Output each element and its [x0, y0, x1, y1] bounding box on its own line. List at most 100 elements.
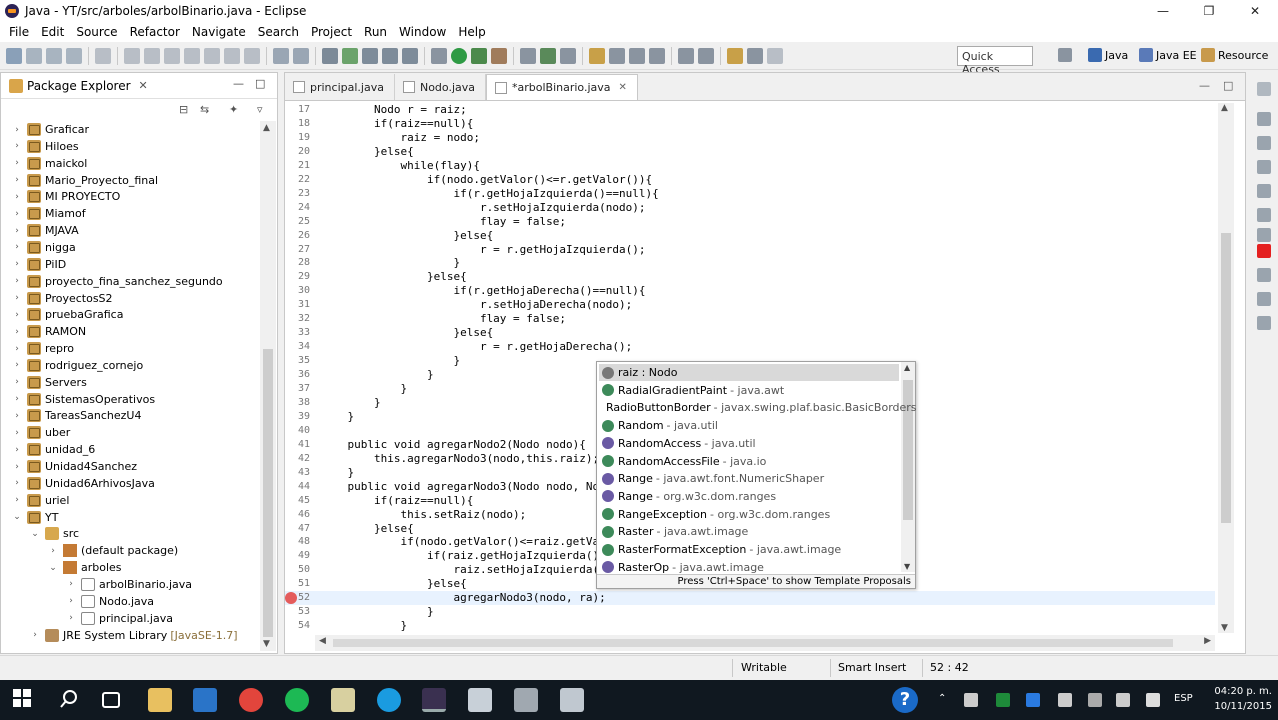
tree-item[interactable]: › Unidad6ArhivosJava [11, 475, 155, 492]
code-line[interactable]: 28 } [285, 256, 1215, 270]
suspend-icon[interactable] [144, 47, 160, 64]
chrome-icon[interactable] [239, 688, 263, 712]
content-assist-scrollbar[interactable]: ▲ ▼ [901, 362, 915, 572]
tree-item[interactable]: › RAMON [11, 323, 86, 340]
tree-item[interactable]: › rodriguez_cornejo [11, 357, 143, 374]
code-line[interactable]: 23 if(r.getHojaIzquierda()==null){ [285, 187, 1215, 201]
tab-nodo-java[interactable]: Nodo.java [395, 74, 486, 100]
proposal-item[interactable]: Raster - java.awt.image [599, 523, 899, 540]
scroll-down-icon[interactable]: ▼ [1221, 623, 1228, 633]
tree-item[interactable]: › ProyectosS2 [11, 290, 113, 307]
collapsed-twisty-icon[interactable]: › [11, 377, 23, 387]
scroll-left-icon[interactable]: ◀ [319, 636, 326, 646]
tree-item[interactable]: › maickol [11, 155, 87, 172]
quick-access-input[interactable]: Quick Access [957, 46, 1033, 76]
drop-to-frame-icon[interactable] [273, 47, 289, 64]
tree-item[interactable]: › Nodo.java [65, 593, 154, 610]
tree-item[interactable]: › uriel [11, 492, 69, 509]
open-type-icon[interactable] [540, 47, 556, 64]
minimize-button[interactable]: — [1140, 0, 1186, 22]
tree-item[interactable]: › nigga [11, 239, 76, 256]
tray-app-icon[interactable] [996, 693, 1010, 707]
focus-icon[interactable]: ✦ [229, 103, 243, 117]
code-line[interactable]: 21 while(flay){ [285, 159, 1215, 173]
tree-item[interactable]: › principal.java [65, 610, 173, 627]
restore-icon[interactable] [1257, 82, 1271, 96]
code-line[interactable]: 22 if(nodo.getValor()<=r.getValor()){ [285, 173, 1215, 187]
open-perspective-button[interactable] [1058, 48, 1075, 62]
collapsed-twisty-icon[interactable]: › [11, 344, 23, 354]
collapsed-twisty-icon[interactable]: › [11, 445, 23, 455]
minimize-view-icon[interactable]: — [233, 77, 244, 90]
skype-icon[interactable] [377, 688, 401, 712]
collapse-all-icon[interactable]: ⊟ [179, 103, 193, 117]
expanded-twisty-icon[interactable]: ⌄ [47, 563, 59, 573]
proposal-item[interactable]: Range - java.awt.font.NumericShaper [599, 470, 899, 487]
spotify-icon[interactable] [285, 688, 309, 712]
tray-chevron-icon[interactable]: ⌃ [938, 693, 952, 707]
open-folder-icon[interactable] [589, 47, 605, 64]
code-line[interactable]: 24 r.setHojaIzquierda(nodo); [285, 201, 1215, 215]
scroll-thumb[interactable] [1221, 233, 1231, 523]
last-edit-location-icon[interactable] [727, 47, 743, 64]
tree-item[interactable]: › JRE System Library [JavaSE-1.7] [29, 627, 238, 644]
close-tab-icon[interactable]: ✕ [619, 82, 627, 93]
tree-item[interactable]: › proyecto_fina_sanchez_segundo [11, 273, 223, 290]
step-into-icon[interactable] [204, 47, 220, 64]
external-tools-icon[interactable] [491, 47, 507, 64]
restore-stack-icon[interactable] [1257, 292, 1271, 306]
tree-item[interactable]: ⌄ arboles [47, 559, 122, 576]
collapsed-twisty-icon[interactable]: › [11, 310, 23, 320]
skip-breakpoints-icon[interactable] [95, 47, 111, 64]
code-line[interactable]: 53 } [285, 605, 1215, 619]
eclipse-taskbar-icon[interactable] [422, 688, 446, 712]
code-line[interactable]: 20 }else{ [285, 145, 1215, 159]
hierarchy-view-icon[interactable] [1257, 160, 1271, 174]
tree-item[interactable]: ⌄ src [29, 525, 79, 542]
tree-item[interactable]: › Mario_Proyecto_final [11, 172, 158, 189]
tree-item[interactable]: › Unidad4Sanchez [11, 458, 137, 475]
link-with-editor-icon[interactable]: ⇆ [200, 103, 214, 117]
code-line[interactable]: 34 r = r.getHojaDerecha(); [285, 340, 1215, 354]
save-all-icon[interactable] [46, 47, 62, 64]
print-icon[interactable] [66, 47, 82, 64]
collapsed-twisty-icon[interactable]: › [11, 495, 23, 505]
open-task-icon[interactable] [402, 47, 418, 64]
search-icon[interactable] [560, 47, 576, 64]
scroll-right-icon[interactable]: ▶ [1204, 636, 1211, 646]
code-line[interactable]: 27 r = r.getHojaIzquierda(); [285, 243, 1215, 257]
tree-item[interactable]: › Miamof [11, 205, 86, 222]
package-explorer-tab[interactable]: Package Explorer ✕ — □ [1, 73, 277, 99]
close-button[interactable]: ✕ [1232, 0, 1278, 22]
maximize-button[interactable]: ❐ [1186, 0, 1232, 22]
collapsed-twisty-icon[interactable]: › [11, 327, 23, 337]
maximize-view-icon[interactable]: □ [255, 77, 265, 90]
code-line[interactable]: 54 } [285, 619, 1215, 633]
folder-icon[interactable] [331, 688, 355, 712]
collapsed-twisty-icon[interactable]: › [65, 596, 77, 606]
debug-icon[interactable] [431, 47, 447, 64]
code-line[interactable]: 32 flay = false; [285, 312, 1215, 326]
volume-icon[interactable] [1116, 693, 1130, 707]
problems-view-icon[interactable] [1257, 244, 1271, 258]
proposal-item[interactable]: RadialGradientPaint - java.awt [599, 382, 899, 399]
progress-view-icon[interactable] [1257, 268, 1271, 282]
windows-start-button[interactable] [12, 688, 36, 712]
maximize-editor-icon[interactable]: □ [1223, 79, 1233, 92]
notepad-icon[interactable] [468, 688, 492, 712]
collapsed-twisty-icon[interactable]: › [11, 125, 23, 135]
collapsed-twisty-icon[interactable]: › [11, 175, 23, 185]
app-icon[interactable] [514, 688, 538, 712]
menu-refactor[interactable]: Refactor [124, 25, 186, 39]
collapsed-twisty-icon[interactable]: › [47, 546, 59, 556]
scroll-up-icon[interactable]: ▲ [904, 363, 910, 372]
collapsed-twisty-icon[interactable]: › [11, 242, 23, 252]
tray-app-icon[interactable] [964, 693, 978, 707]
collapsed-twisty-icon[interactable]: › [11, 226, 23, 236]
template-proposals-hint[interactable]: Press 'Ctrl+Space' to show Template Prop… [597, 574, 915, 588]
collapsed-twisty-icon[interactable]: › [11, 478, 23, 488]
tree-item[interactable]: › (default package) [47, 542, 178, 559]
editor-horizontal-scrollbar[interactable]: ◀ ▶ [315, 635, 1215, 651]
code-line[interactable]: 30 if(r.getHojaDerecha()==null){ [285, 284, 1215, 298]
onedrive-icon[interactable] [1026, 693, 1040, 707]
